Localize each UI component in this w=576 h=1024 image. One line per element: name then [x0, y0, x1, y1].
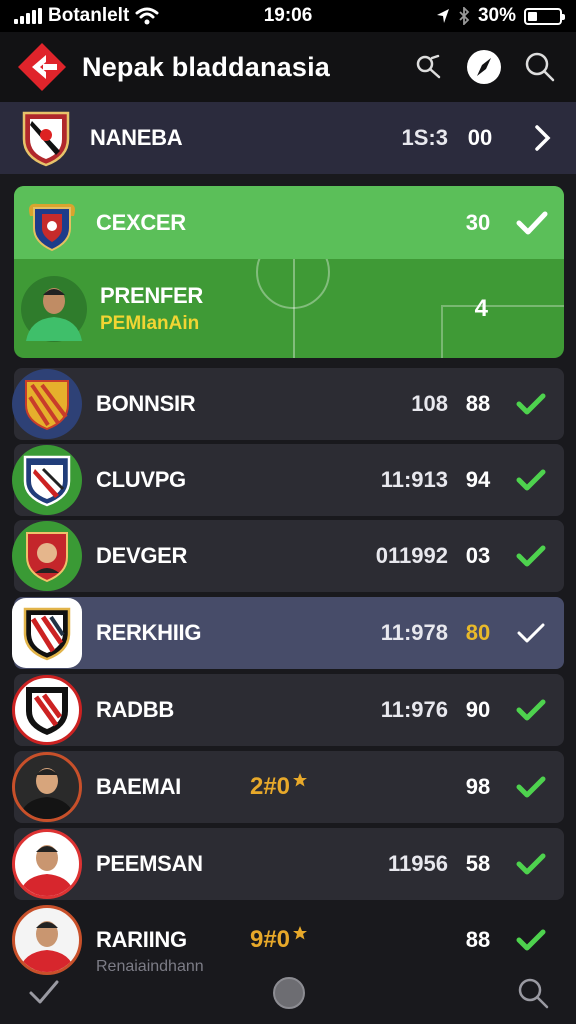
check-icon[interactable] — [514, 387, 548, 421]
check-icon[interactable] — [514, 770, 548, 804]
team-row[interactable]: PEEMSAN 11956 58 — [12, 828, 564, 900]
highlight-card[interactable]: CEXCER 30 PRENFER PEMIanAin 4 — [14, 186, 564, 358]
carrier-label: Botanlelt — [48, 5, 130, 26]
battery-level — [528, 11, 537, 21]
team-time: 011992 — [375, 543, 448, 568]
team-time: 11:978 — [380, 620, 448, 645]
team-crest-icon — [22, 111, 70, 167]
status-bar: Botanlelt 19:06 30% — [0, 0, 576, 32]
team-crest-icon — [12, 521, 82, 591]
wifi-icon — [135, 7, 159, 25]
compass-icon[interactable] — [464, 47, 504, 87]
search-icon[interactable] — [520, 47, 560, 87]
check-icon[interactable] — [514, 205, 550, 241]
app-title: Nepak bladdanasia — [82, 51, 330, 82]
signal-icon — [14, 8, 42, 24]
star-icon — [293, 773, 308, 787]
team-name: PEEMSAN — [96, 851, 203, 876]
star-icon — [293, 926, 308, 940]
team-name: RADBB — [96, 697, 174, 722]
check-icon[interactable] — [26, 975, 62, 1011]
check-icon[interactable] — [514, 693, 548, 727]
team-crest-icon — [12, 675, 82, 745]
team-name: CLUVPG — [96, 467, 186, 492]
team-score: 58 — [465, 851, 491, 876]
team-row[interactable]: DEVGER 011992 03 — [12, 520, 564, 592]
highlight-team-row[interactable]: CEXCER 30 — [14, 186, 564, 259]
team-name: BAEMAI — [96, 774, 181, 799]
team-score: 03 — [465, 543, 491, 568]
check-icon[interactable] — [514, 923, 548, 957]
team-row[interactable]: BONNSIR 108 88 — [12, 368, 564, 440]
app-header: Nepak bladdanasia — [0, 32, 576, 102]
player-avatar — [12, 752, 82, 822]
team-name: BONNSIR — [96, 391, 196, 416]
check-icon[interactable] — [514, 539, 548, 573]
player-number: 4 — [474, 294, 488, 322]
player-position: PEMIanAin — [100, 312, 200, 334]
team-time: 11:913 — [380, 467, 448, 492]
search-alt-icon[interactable] — [408, 47, 448, 87]
bottom-nav — [0, 962, 576, 1024]
team-score: 88 — [465, 391, 491, 416]
highlight-team-name: CEXCER — [96, 209, 186, 235]
app-screen: Botanlelt 19:06 30% Nepak bladdanasia NA… — [0, 0, 576, 1024]
team-time: 11:976 — [380, 697, 448, 722]
check-icon[interactable] — [514, 463, 548, 497]
player-avatar — [21, 275, 87, 342]
team-crest-icon — [12, 369, 82, 439]
team-row[interactable]: BAEMAI 2#0 98 — [12, 751, 564, 823]
check-icon[interactable] — [514, 847, 548, 881]
battery-percent: 30% — [477, 5, 516, 26]
team-time: 108 — [411, 391, 448, 416]
battery-icon — [524, 7, 565, 25]
check-icon[interactable] — [514, 616, 548, 650]
player-avatar — [12, 829, 82, 899]
bluetooth-icon — [459, 7, 470, 25]
highlight-team-score: 30 — [465, 209, 491, 235]
team-name: RERKHIIG — [96, 620, 202, 645]
team-row[interactable]: CLUVPG 11:913 94 — [12, 444, 564, 516]
team-crest-icon — [12, 598, 82, 668]
team-score: 98 — [465, 774, 491, 799]
logo-icon[interactable] — [16, 41, 68, 93]
team-score: 88 — [465, 927, 491, 952]
highlight-player-row[interactable]: PRENFER PEMIanAin 4 — [14, 259, 564, 358]
team-row-selected[interactable]: RERKHIIG 11:978 80 — [12, 597, 564, 669]
rating-badge: 2#0 — [249, 773, 291, 800]
home-icon[interactable] — [271, 975, 307, 1011]
top-team-time: 1S:3 — [401, 125, 448, 150]
top-team-row[interactable]: NANEBA 1S:3 00 — [0, 102, 576, 174]
team-name: DEVGER — [96, 543, 188, 568]
player-name: PRENFER — [100, 282, 204, 308]
chevron-right-icon[interactable] — [528, 123, 556, 153]
team-name: RARIING — [96, 927, 187, 952]
search-icon[interactable] — [516, 976, 550, 1010]
team-score: 94 — [465, 467, 491, 492]
team-crest-icon — [29, 203, 75, 251]
rating-badge: 9#0 — [249, 926, 291, 953]
team-score: 80 — [465, 620, 491, 645]
team-score: 90 — [465, 697, 491, 722]
top-team-name: NANEBA — [90, 125, 183, 150]
location-icon — [436, 9, 449, 23]
team-time: 11956 — [388, 851, 448, 876]
top-team-score: 00 — [467, 125, 493, 150]
team-row[interactable]: RADBB 11:976 90 — [12, 674, 564, 746]
team-crest-icon — [12, 445, 82, 515]
